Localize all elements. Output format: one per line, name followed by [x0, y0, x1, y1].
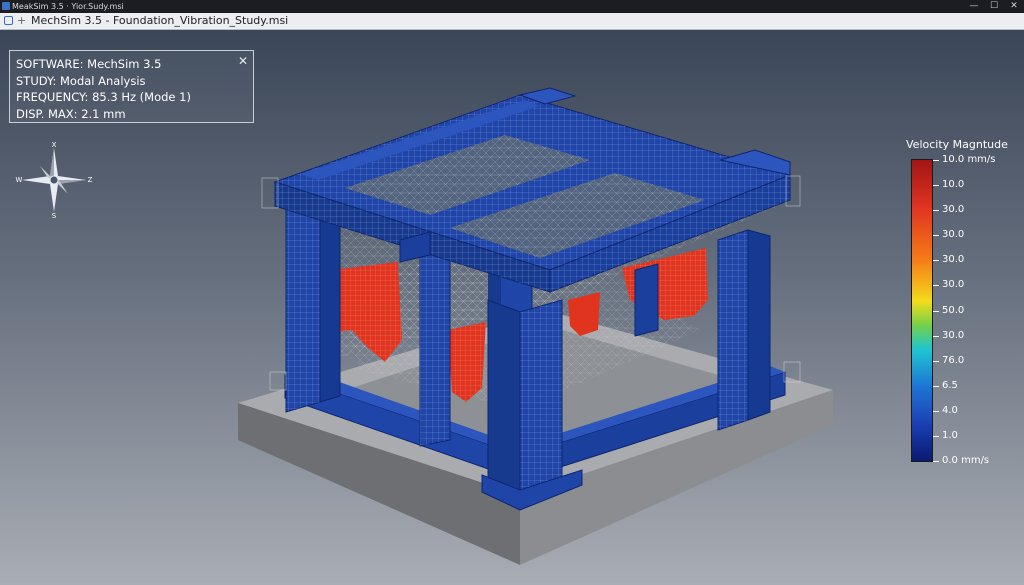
legend-title: Velocity Magntude [906, 138, 1008, 151]
software-label: SOFTWARE: MechSim 3.5 [16, 57, 162, 71]
legend-tick [933, 336, 939, 337]
legend-tick [933, 461, 939, 462]
legend-tick-label: 30.0 [942, 254, 965, 265]
legend-tick-label: 30.0 [942, 330, 965, 341]
legend-tick [933, 185, 939, 186]
window-titlebar: MeakSim 3.5 · Yior.Sudy.msi — ☐ ✕ [0, 0, 1024, 13]
tab-document[interactable]: MechSim 3.5 - Foundation_Vibration_Study… [31, 13, 288, 29]
compass-e: Z [88, 176, 93, 184]
legend-tick [933, 210, 939, 211]
maximize-button[interactable]: ☐ [984, 0, 1004, 13]
app-icon [2, 2, 10, 10]
legend-tick [933, 411, 939, 412]
compass-icon[interactable]: X W Z S [14, 140, 94, 220]
legend-tick [933, 285, 939, 286]
compass-w: W [16, 176, 23, 184]
legend-tick-label: 10.0 mm/s [942, 154, 996, 165]
legend-tick [933, 311, 939, 312]
color-scale-bar [911, 159, 933, 462]
compass-n: X [52, 141, 57, 149]
file-icon [4, 16, 13, 25]
tab-bar: + MechSim 3.5 - Foundation_Vibration_Stu… [0, 13, 1024, 30]
legend-tick [933, 160, 939, 161]
minimize-button[interactable]: — [964, 0, 984, 13]
legend-tick [933, 386, 939, 387]
study-label: STUDY: Modal Analysis [16, 73, 146, 88]
legend-tick-label: 10.0 [942, 179, 965, 190]
close-info-button[interactable]: ✕ [238, 53, 248, 70]
legend-tick-label: 50.0 [942, 305, 965, 316]
frequency-label: FREQUENCY: 85.3 Hz (Mode 1) [16, 90, 191, 104]
legend-tick [933, 436, 939, 437]
compass-s: S [52, 212, 57, 220]
window-title: MeakSim 3.5 · Yior.Sudy.msi [12, 2, 124, 11]
legend-tick-label: 0.0 mm/s [942, 455, 990, 466]
close-button[interactable]: ✕ [1004, 0, 1024, 13]
legend-tick-label: 30.0 [942, 204, 965, 215]
column-mid-left [419, 227, 451, 447]
legend-tick-label: 76.0 [942, 355, 965, 366]
legend-tick-label: 4.0 [942, 405, 958, 416]
legend-tick-label: 6.5 [942, 380, 958, 391]
new-tab-button[interactable]: + [17, 13, 26, 29]
legend-tick-label: 30.0 [942, 279, 965, 290]
column-front-left [285, 195, 341, 413]
legend-tick [933, 235, 939, 236]
legend-tick-label: 30.0 [942, 229, 965, 240]
legend-tick [933, 361, 939, 362]
study-info-panel: SOFTWARE: MechSim 3.5 STUDY: Modal Analy… [9, 50, 254, 123]
legend-tick [933, 260, 939, 261]
legend-tick-label: 1.0 [942, 430, 958, 441]
displacement-label: DISP. MAX: 2.1 mm [16, 106, 126, 121]
